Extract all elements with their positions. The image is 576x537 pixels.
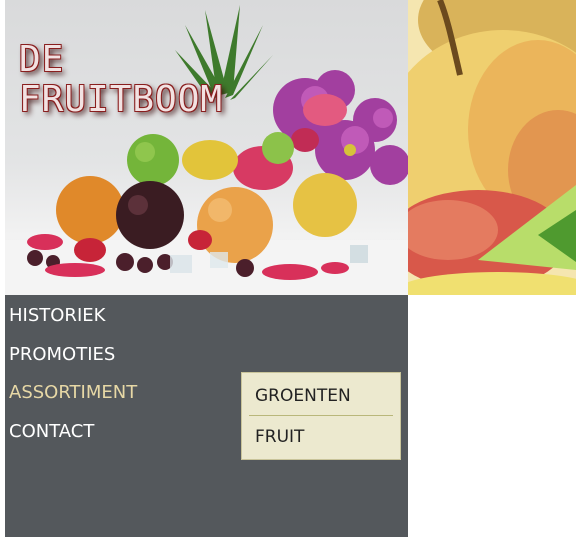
site-logo[interactable]: DE FRUITBOOM — [19, 40, 223, 120]
nav-item-assortiment[interactable]: ASSORTIMENT — [9, 382, 137, 403]
apple-illustration — [408, 0, 576, 295]
nav-item-promoties[interactable]: PROMOTIES — [9, 344, 115, 365]
logo-line-1: DE — [19, 39, 65, 80]
header-banner-image: DE FRUITBOOM — [5, 0, 408, 295]
logo-line-2: FRUITBOOM — [19, 79, 224, 120]
assortiment-submenu: GROENTEN FRUIT — [241, 372, 401, 460]
nav-item-contact[interactable]: CONTACT — [9, 421, 94, 442]
nav-item-historiek[interactable]: HISTORIEK — [9, 305, 105, 326]
submenu-divider — [249, 415, 393, 416]
submenu-item-groenten[interactable]: GROENTEN — [255, 386, 351, 406]
submenu-item-fruit[interactable]: FRUIT — [255, 427, 304, 447]
apple-photo — [408, 0, 576, 295]
